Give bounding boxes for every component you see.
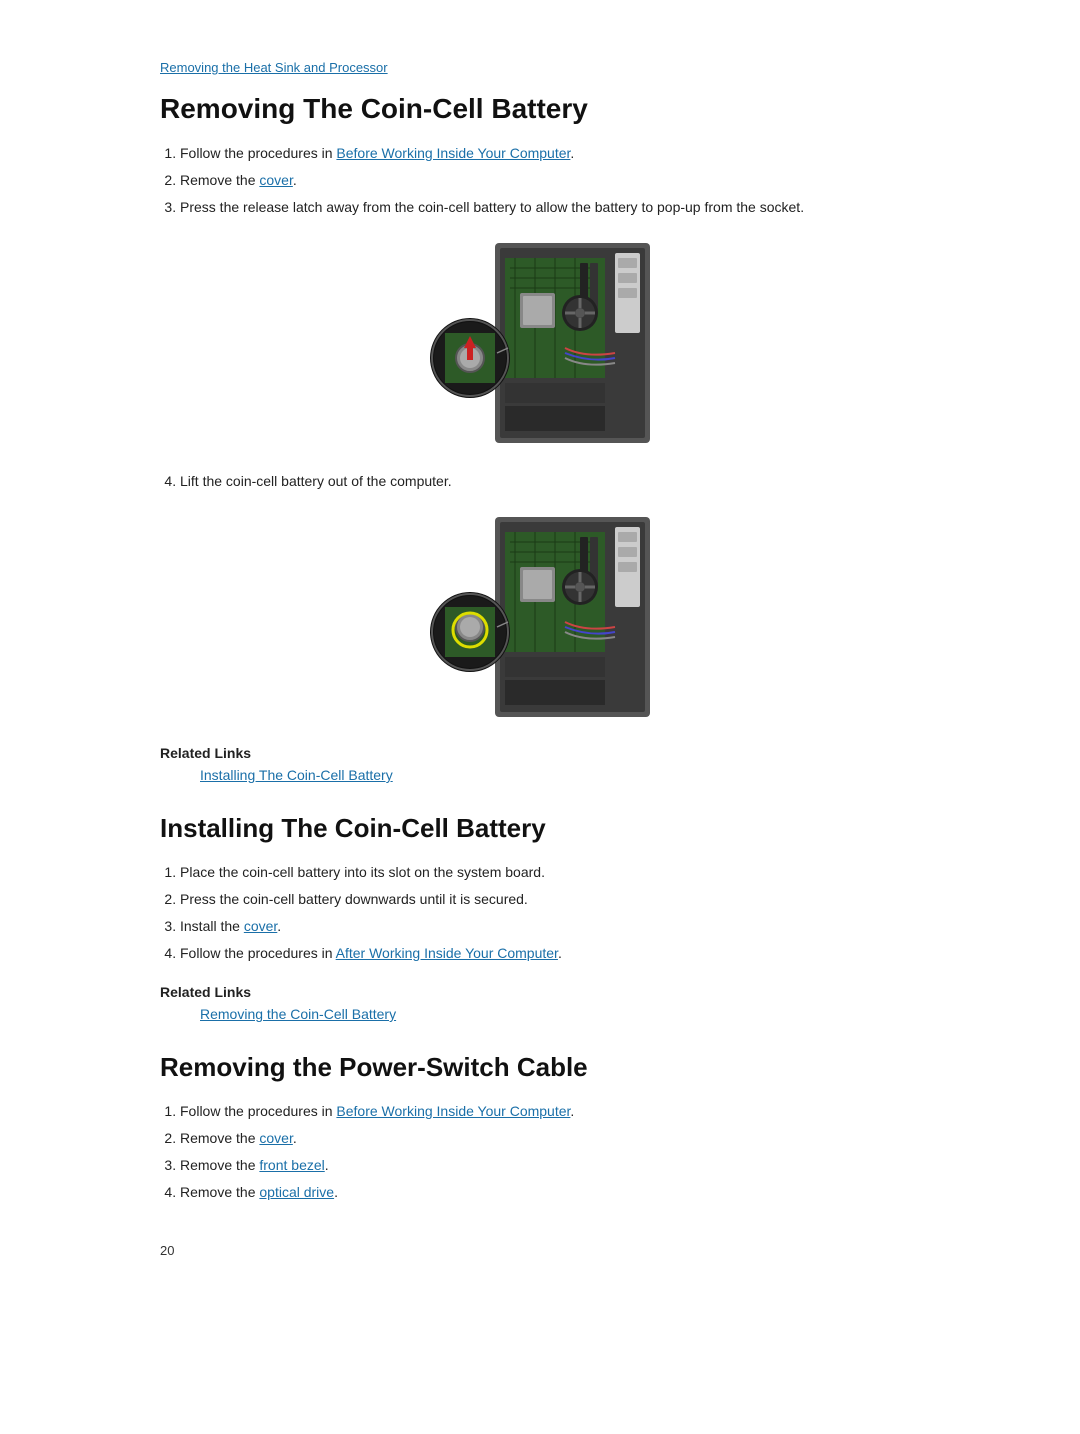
power-step3-text-after: . (325, 1157, 329, 1173)
computer-image-2 (425, 512, 655, 722)
step1-text-after: . (570, 145, 574, 161)
power-step1-text-after: . (570, 1103, 574, 1119)
list-item: Press the coin-cell battery downwards un… (180, 889, 920, 910)
power-step4-link[interactable]: optical drive (259, 1184, 334, 1200)
related-link-install-coin-cell[interactable]: Installing The Coin-Cell Battery (200, 767, 393, 783)
section1-related-links: Related Links Installing The Coin-Cell B… (160, 745, 920, 783)
section1-step4-list: Lift the coin-cell battery out of the co… (180, 471, 920, 492)
section2-title: Installing The Coin-Cell Battery (160, 813, 920, 844)
power-step2-text-before: Remove the (180, 1130, 259, 1146)
install-step1-text: Place the coin-cell battery into its slo… (180, 864, 545, 880)
install-step4-text-after: . (558, 945, 562, 961)
section1-steps-list: Follow the procedures in Before Working … (180, 143, 920, 218)
computer-image-1 (425, 238, 655, 448)
list-item: Press the release latch away from the co… (180, 197, 920, 218)
power-step4-text-after: . (334, 1184, 338, 1200)
section-removing-coin-cell: Removing The Coin-Cell Battery Follow th… (160, 93, 920, 783)
list-item: Remove the cover. (180, 1128, 920, 1149)
list-item: Install the cover. (180, 916, 920, 937)
install-step3-text-before: Install the (180, 918, 244, 934)
install-step4-link[interactable]: After Working Inside Your Computer (336, 945, 558, 961)
power-step3-link[interactable]: front bezel (259, 1157, 324, 1173)
section1-title: Removing The Coin-Cell Battery (160, 93, 920, 125)
related-links-list-1: Installing The Coin-Cell Battery (200, 767, 920, 783)
related-links-title-1: Related Links (160, 745, 920, 761)
power-step1-text-before: Follow the procedures in (180, 1103, 336, 1119)
step3-text: Press the release latch away from the co… (180, 199, 804, 215)
power-step4-text-before: Remove the (180, 1184, 259, 1200)
breadcrumb-link[interactable]: Removing the Heat Sink and Processor (160, 60, 920, 75)
list-item: Follow the procedures in After Working I… (180, 943, 920, 964)
install-step2-text: Press the coin-cell battery downwards un… (180, 891, 528, 907)
image1-container (160, 238, 920, 451)
list-item: Removing the Coin-Cell Battery (200, 1006, 920, 1022)
install-step3-text-after: . (277, 918, 281, 934)
list-item: Follow the procedures in Before Working … (180, 143, 920, 164)
power-step1-link[interactable]: Before Working Inside Your Computer (336, 1103, 570, 1119)
section-removing-power-switch: Removing the Power-Switch Cable Follow t… (160, 1052, 920, 1203)
section2-related-links: Related Links Removing the Coin-Cell Bat… (160, 984, 920, 1022)
power-step2-link[interactable]: cover (259, 1130, 292, 1146)
section3-title: Removing the Power-Switch Cable (160, 1052, 920, 1083)
list-item: Place the coin-cell battery into its slo… (180, 862, 920, 883)
list-item: Remove the front bezel. (180, 1155, 920, 1176)
step4-text: Lift the coin-cell battery out of the co… (180, 473, 452, 489)
install-step4-text-before: Follow the procedures in (180, 945, 336, 961)
page-number: 20 (160, 1243, 920, 1258)
step1-link[interactable]: Before Working Inside Your Computer (336, 145, 570, 161)
power-step3-text-before: Remove the (180, 1157, 259, 1173)
section2-steps-list: Place the coin-cell battery into its slo… (180, 862, 920, 964)
install-step3-link[interactable]: cover (244, 918, 277, 934)
step2-text-after: . (293, 172, 297, 188)
related-link-remove-coin-cell[interactable]: Removing the Coin-Cell Battery (200, 1006, 396, 1022)
related-links-list-2: Removing the Coin-Cell Battery (200, 1006, 920, 1022)
list-item: Lift the coin-cell battery out of the co… (180, 471, 920, 492)
list-item: Follow the procedures in Before Working … (180, 1101, 920, 1122)
section-installing-coin-cell: Installing The Coin-Cell Battery Place t… (160, 813, 920, 1022)
power-step2-text-after: . (293, 1130, 297, 1146)
step1-text-before: Follow the procedures in (180, 145, 336, 161)
step2-text-before: Remove the (180, 172, 259, 188)
list-item: Remove the cover. (180, 170, 920, 191)
step2-link[interactable]: cover (259, 172, 292, 188)
image2-container (160, 512, 920, 725)
list-item: Remove the optical drive. (180, 1182, 920, 1203)
related-links-title-2: Related Links (160, 984, 920, 1000)
list-item: Installing The Coin-Cell Battery (200, 767, 920, 783)
section3-steps-list: Follow the procedures in Before Working … (180, 1101, 920, 1203)
